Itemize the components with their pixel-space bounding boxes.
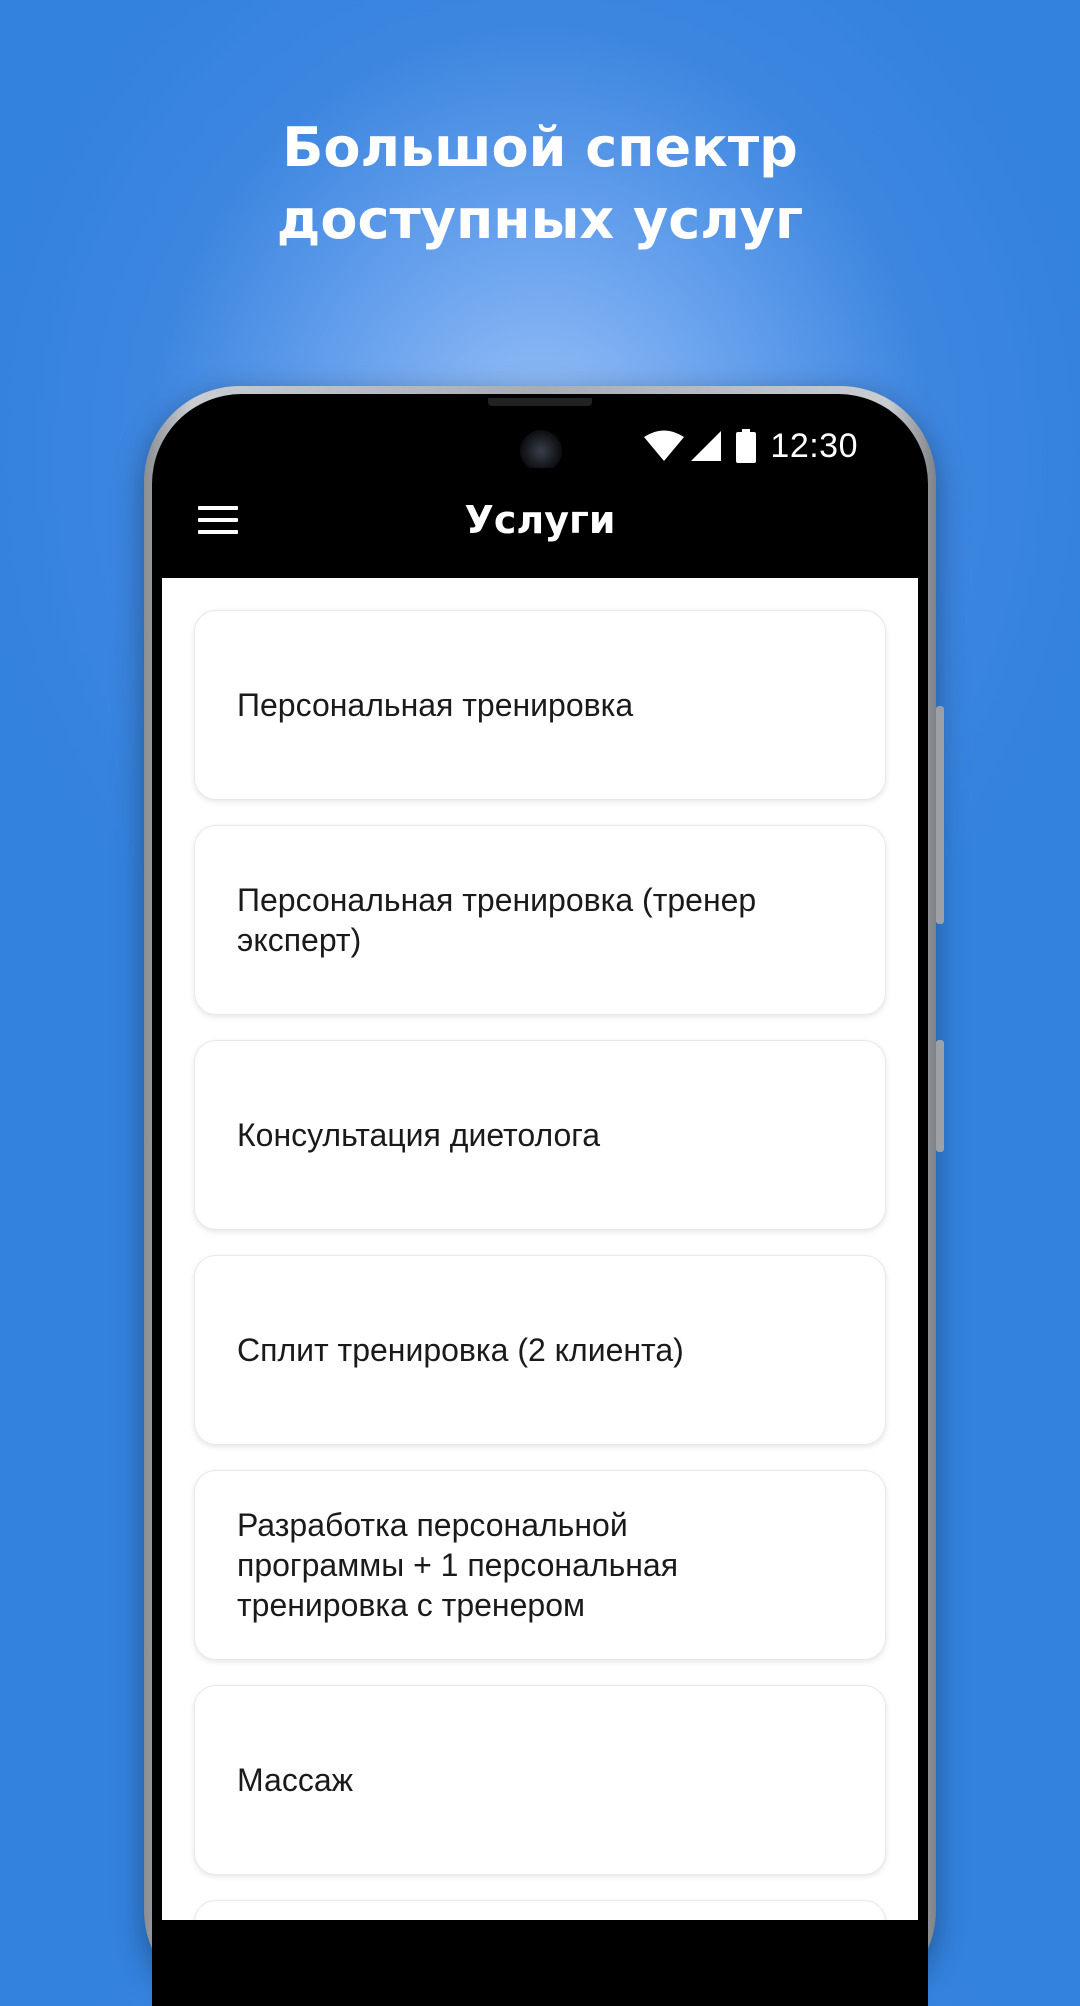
wifi-icon xyxy=(644,430,685,462)
signal-icon xyxy=(690,430,722,462)
service-card-nutritionist-consultation[interactable]: Консультация диетолога xyxy=(194,1040,886,1230)
services-list[interactable]: Персональная тренировка Персональная тре… xyxy=(162,578,918,1920)
phone-speaker xyxy=(488,398,592,406)
status-bar: 12:30 xyxy=(644,424,858,468)
phone-volume-button xyxy=(936,706,944,924)
promo-title-line-2: доступных услуг xyxy=(276,188,804,251)
service-label: Персональная тренировка (тренер эксперт) xyxy=(237,882,757,958)
service-card-massage[interactable]: Массаж xyxy=(194,1685,886,1875)
service-card-personal-program[interactable]: Разработка персональной программы + 1 пе… xyxy=(194,1470,886,1660)
phone-screen: 12:30 Услуги Персональная тренировка Пер… xyxy=(162,398,918,1920)
app-bar: Услуги xyxy=(162,468,918,578)
promo-title-line-1: Большой спектр xyxy=(282,116,798,179)
service-label: Разработка персональной программы + 1 пе… xyxy=(237,1507,679,1623)
service-card-personal-training-expert[interactable]: Персональная тренировка (тренер эксперт) xyxy=(194,825,886,1015)
promo-title: Большой спектр доступных услуг xyxy=(0,112,1080,256)
service-card-personal-training[interactable]: Персональная тренировка xyxy=(194,610,886,800)
page-title: Услуги xyxy=(464,498,616,542)
service-card-split-training[interactable]: Сплит тренировка (2 клиента) xyxy=(194,1255,886,1445)
service-label: Консультация диетолога xyxy=(237,1117,601,1153)
phone-power-button xyxy=(936,1040,944,1152)
service-label: Сплит тренировка (2 клиента) xyxy=(237,1332,684,1368)
status-time: 12:30 xyxy=(770,426,858,465)
service-label: Массаж xyxy=(237,1762,354,1798)
service-card-partial[interactable] xyxy=(194,1900,886,1920)
service-label: Персональная тренировка xyxy=(237,687,634,723)
battery-icon xyxy=(736,429,757,463)
front-camera xyxy=(520,430,562,472)
